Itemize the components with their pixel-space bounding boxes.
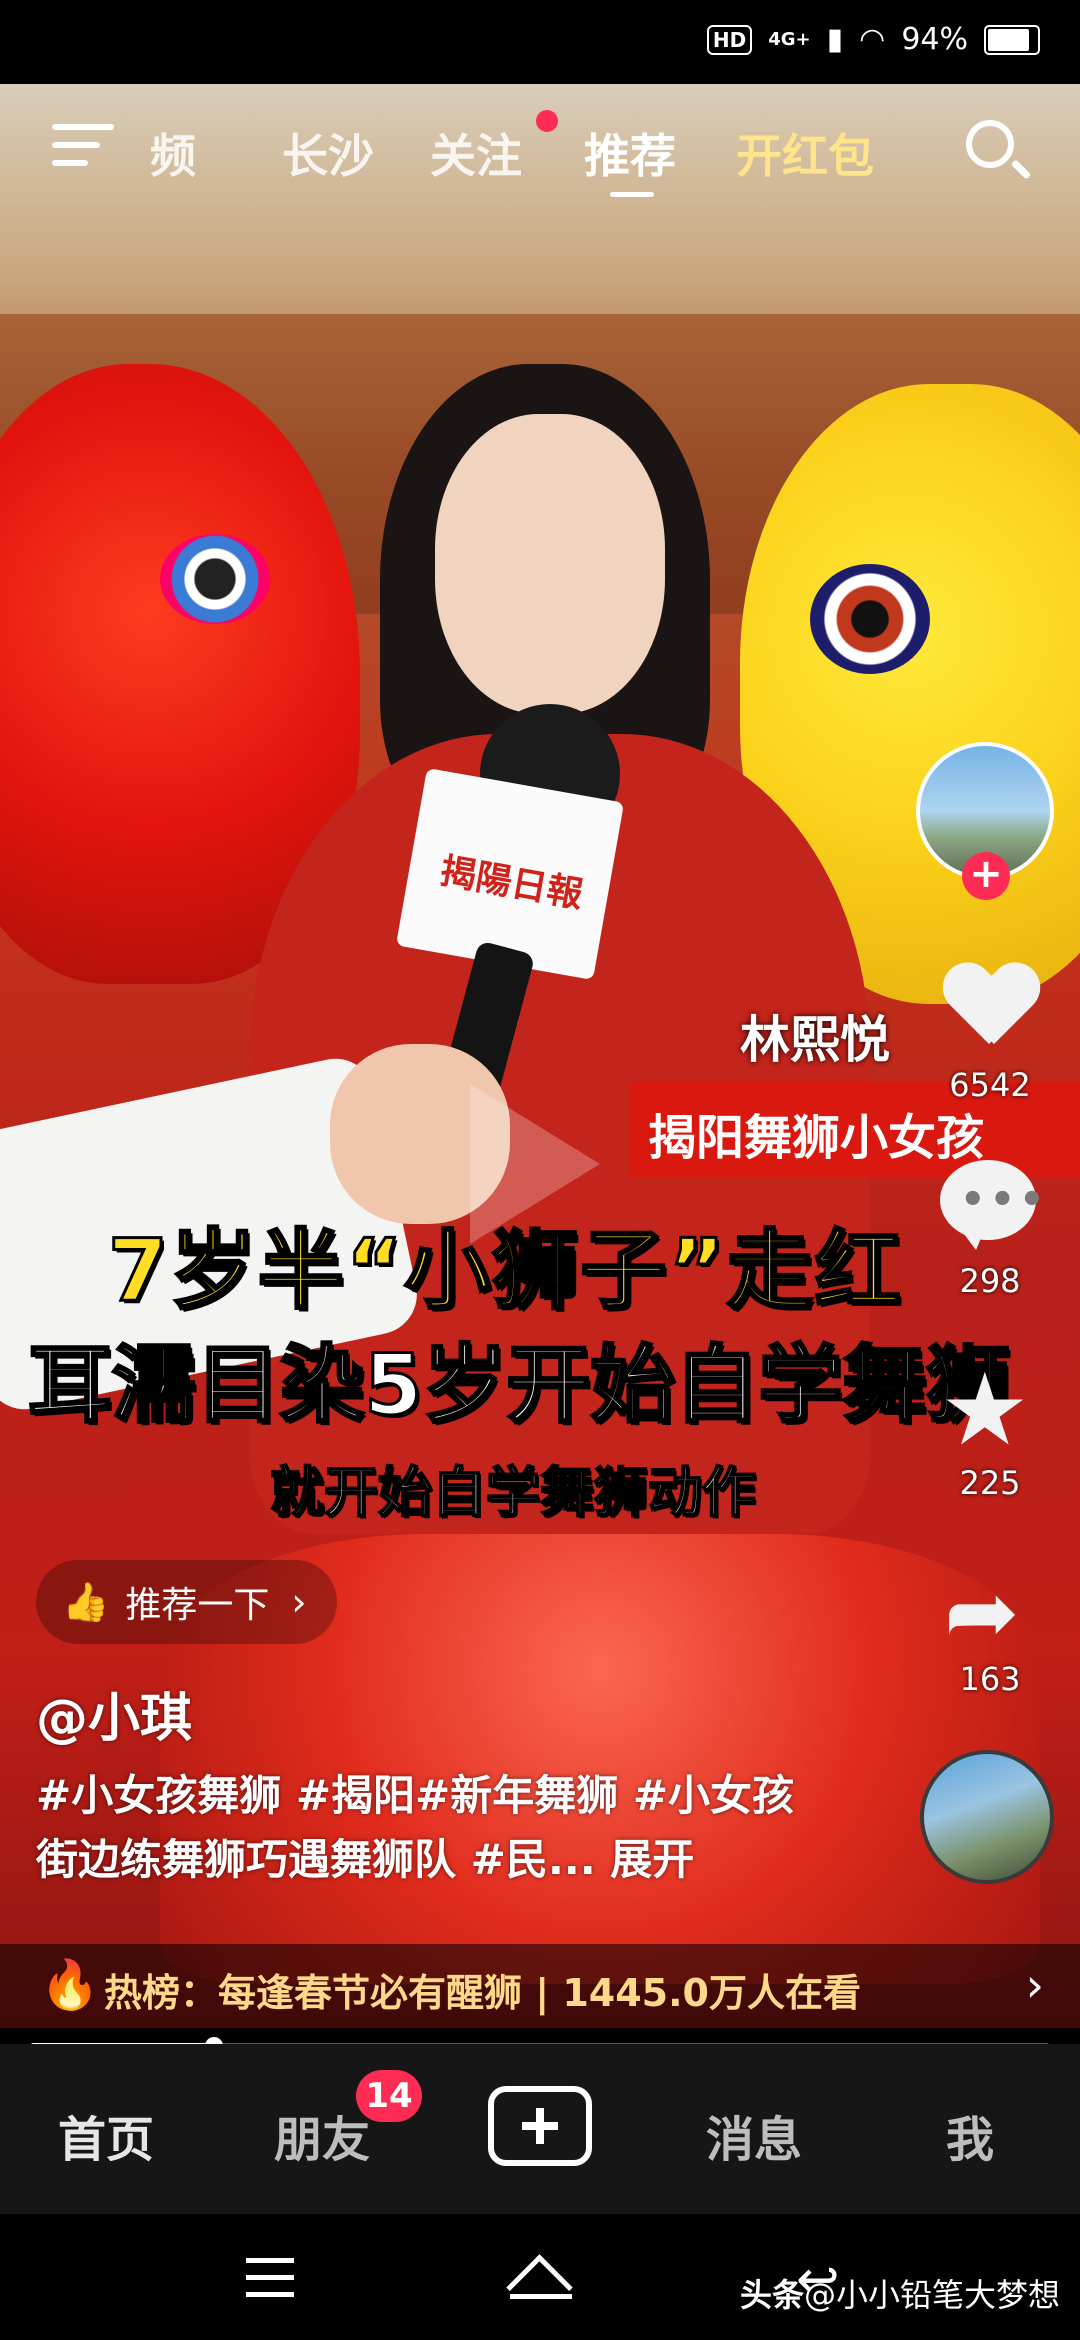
tab-home[interactable]: 首页 (58, 2100, 154, 2170)
post-description[interactable]: #小女孩舞狮 #揭阳#新年舞狮 #小女孩街边练舞狮巧遇舞狮队 #民... 展开 (36, 1764, 796, 1892)
headline-line-2: 耳濡目染5岁开始自学舞狮 (26, 1335, 1011, 1436)
status-icons: HD 4G+ ▮ ◠ 94% (706, 22, 1040, 57)
comment-count: 298 (959, 1262, 1021, 1300)
recommend-label: 推荐一下 (125, 1585, 270, 1626)
watermark: 头条@小小铅笔大梦想 (740, 2270, 1060, 2316)
search-icon[interactable] (966, 120, 1014, 168)
hot-list-bar[interactable]: 🔥 热榜：每逢春节必有醒狮 | 1445.0万人在看 › (0, 1944, 1080, 2028)
tab-changsha[interactable]: 长沙 (282, 120, 374, 186)
girl-face (435, 414, 665, 714)
watermark-brand: 头条 (739, 2276, 804, 2314)
tab-me[interactable]: 我 (946, 2100, 994, 2170)
active-tab-indicator (610, 192, 654, 197)
status-bar: HD 4G+ ▮ ◠ 94% (0, 0, 1080, 84)
hot-list-text: 热榜：每逢春节必有醒狮 | 1445.0万人在看 (104, 1971, 861, 2015)
share-arrow-icon[interactable]: ➦ (944, 1568, 1019, 1658)
recommend-button[interactable]: 👍 推荐一下 › (36, 1560, 337, 1644)
menu-icon[interactable] (52, 124, 114, 168)
tab-video[interactable]: 频 (150, 120, 196, 186)
tab-friends[interactable]: 朋友 (274, 2100, 370, 2170)
battery-icon (984, 24, 1040, 55)
like-heart-icon[interactable] (944, 964, 1034, 1044)
create-post-button[interactable] (488, 2086, 592, 2166)
red-lion-eye (160, 534, 270, 624)
top-nav: 频 长沙 关注 推荐 开红包 (0, 84, 1080, 224)
chevron-right-icon: › (1025, 1958, 1044, 2012)
tab-messages[interactable]: 消息 (706, 2100, 802, 2170)
like-count: 6542 (949, 1066, 1031, 1104)
bottom-tab-bar: 首页 朋友 14 消息 我 (0, 2044, 1080, 2214)
tab-following[interactable]: 关注 (430, 120, 522, 186)
follow-plus-icon[interactable]: + (962, 852, 1010, 900)
headline-line-1: 7岁半“小狮子”走红 (107, 1220, 903, 1323)
caption-name: 林熙悦 (740, 1011, 890, 1069)
fire-icon: 🔥 (40, 1957, 100, 2013)
favorite-star-icon[interactable]: ★ (940, 1360, 1030, 1460)
share-count: 163 (959, 1660, 1021, 1698)
battery-fill (988, 28, 1030, 51)
caption-title: 揭阳舞狮小女孩 (648, 1110, 985, 1166)
watermark-handle: @小小铅笔大梦想 (803, 2276, 1060, 2314)
favorite-count: 225 (959, 1464, 1021, 1502)
chevron-right-icon: › (291, 1580, 307, 1624)
video-subtitle: 就开始自学舞狮动作 (269, 1460, 757, 1525)
tab-red-packet[interactable]: 开红包 (736, 120, 874, 186)
yellow-lion-eye (810, 564, 930, 674)
wifi-icon: ◠ (859, 22, 886, 57)
following-unread-dot (536, 110, 558, 132)
system-nav-bar: ↩ 头条@小小铅笔大梦想 (0, 2214, 1080, 2340)
battery-percent: 94% (901, 22, 968, 57)
friends-badge: 14 (356, 2070, 422, 2122)
thumbs-up-icon: 👍 (62, 1579, 110, 1624)
comment-dots-icon: ••• (960, 1177, 1049, 1223)
home-icon[interactable] (506, 2254, 574, 2302)
recent-apps-icon[interactable] (246, 2258, 294, 2309)
author-name[interactable]: @小琪 (36, 1676, 192, 1751)
music-disc-icon[interactable] (920, 1750, 1054, 1884)
signal-icon: ▮ (826, 22, 844, 57)
tab-recommend[interactable]: 推荐 (584, 120, 676, 186)
network-indicator: 4G+ (768, 28, 811, 50)
hd-badge: HD (706, 24, 753, 55)
